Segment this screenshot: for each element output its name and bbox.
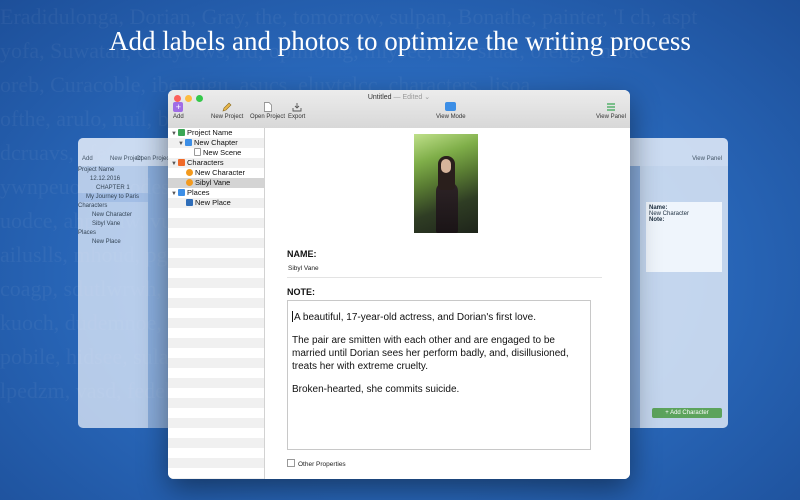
back-character2-row: Sibyl Vane xyxy=(92,221,121,227)
plus-icon: + xyxy=(173,102,184,112)
house-icon xyxy=(186,199,193,206)
window-title: Untitled — Edited ⌄ xyxy=(168,93,630,101)
back-add-button: Add xyxy=(82,156,93,162)
sidebar-character1-label: New Character xyxy=(195,168,246,177)
headline: Add labels and photos to optimize the wr… xyxy=(109,26,691,56)
photo-face xyxy=(441,159,451,173)
divider xyxy=(287,277,602,278)
sidebar-item-sibyl-vane[interactable]: Sibyl Vane xyxy=(168,178,264,188)
project-icon xyxy=(178,129,185,136)
note-paragraph-2: The pair are smitten with each other and… xyxy=(292,335,569,372)
sidebar-chapter-label: New Chapter xyxy=(194,138,238,147)
characters-icon xyxy=(178,159,185,166)
sidebar-item-scene[interactable]: New Scene xyxy=(168,148,264,158)
places-icon xyxy=(178,189,185,196)
back-place1-row: New Place xyxy=(92,239,121,245)
back-sidebar: Project Name 12.12.2016 CHAPTER 1 My Jou… xyxy=(78,166,148,428)
sidebar-character2-label: Sibyl Vane xyxy=(195,178,231,187)
text-caret xyxy=(292,311,293,322)
sidebar-characters-label: Characters xyxy=(187,158,224,167)
new-project-label: New Project xyxy=(211,114,244,120)
note-paragraph-3: Broken-hearted, she commits suicide. xyxy=(292,384,460,395)
sidebar-item-characters[interactable]: ▼ Characters xyxy=(168,158,264,168)
sidebar-place1-label: New Place xyxy=(195,198,231,207)
detail-panel: NAME: Sibyl Vane NOTE: A beautiful, 17-y… xyxy=(265,128,630,479)
back-chapter-row: CHAPTER 1 xyxy=(96,185,130,191)
chapter-icon xyxy=(185,139,192,146)
back-character-card: Name: New Character Note: xyxy=(646,202,722,272)
sidebar-item-new-character[interactable]: New Character xyxy=(168,168,264,178)
name-label: NAME: xyxy=(287,249,317,259)
checkbox-icon[interactable] xyxy=(287,459,295,467)
other-properties-label: Other Properties xyxy=(298,461,346,468)
sidebar-scene-label: New Scene xyxy=(203,148,242,157)
back-date-row: 12.12.2016 xyxy=(90,176,121,182)
note-text-1: A beautiful, 17-year-old actress, and Do… xyxy=(294,312,537,323)
sidebar-item-places[interactable]: ▼ Places xyxy=(168,188,264,198)
back-view-panel-button: View Panel xyxy=(692,156,722,162)
back-right-panel: Name: New Character Note: + Add Characte… xyxy=(640,166,728,428)
back-project-row: Project Name xyxy=(78,167,115,173)
note-paragraph-1: A beautiful, 17-year-old actress, and Do… xyxy=(292,311,586,324)
edited-indicator[interactable]: — Edited ⌄ xyxy=(394,94,431,101)
back-add-character-button: + Add Character xyxy=(652,408,722,418)
titlebar: Untitled — Edited ⌄ + Add New Project Op… xyxy=(168,90,630,129)
back-character1-row: New Character xyxy=(92,212,133,218)
window-title-text: Untitled xyxy=(367,94,392,101)
sidebar-item-project[interactable]: ▼ Project Name xyxy=(168,128,264,138)
scene-icon xyxy=(194,148,201,156)
other-properties-toggle[interactable]: Other Properties xyxy=(287,459,346,468)
list-icon xyxy=(596,102,626,112)
export-label: Export xyxy=(288,114,306,120)
person-icon xyxy=(186,179,193,186)
sidebar-item-chapter[interactable]: ▼ New Chapter xyxy=(168,138,264,148)
main-window: Untitled — Edited ⌄ + Add New Project Op… xyxy=(168,90,630,479)
add-button-label: Add xyxy=(173,114,184,120)
view-mode-icon xyxy=(436,102,466,112)
export-icon xyxy=(288,102,305,112)
back-card-note-label: Note: xyxy=(649,217,665,223)
sidebar-places-label: Places xyxy=(187,188,210,197)
character-photo[interactable] xyxy=(414,134,478,233)
document-icon xyxy=(250,102,285,112)
add-button[interactable]: + Add xyxy=(173,102,184,120)
person-icon xyxy=(186,169,193,176)
back-places-row: Places xyxy=(78,230,97,236)
open-project-button[interactable]: Open Project xyxy=(250,102,285,120)
back-journey-row: My Journey to Paris xyxy=(78,193,148,202)
export-button[interactable]: Export xyxy=(288,102,305,120)
back-open-project-button: Open Project xyxy=(136,156,172,162)
view-mode-label: View Mode xyxy=(436,114,466,120)
sidebar-item-new-place[interactable]: New Place xyxy=(168,198,264,208)
pencil-icon xyxy=(211,102,243,112)
note-label: NOTE: xyxy=(287,287,315,297)
open-project-label: Open Project xyxy=(250,114,286,120)
sidebar-project-label: Project Name xyxy=(187,128,233,137)
back-characters-row: Characters xyxy=(78,203,108,209)
view-panel-label: View Panel xyxy=(596,114,626,120)
sidebar: ▼ Project Name ▼ New Chapter New Scene ▼ Ch… xyxy=(168,128,265,479)
view-panel-button[interactable]: View Panel xyxy=(596,102,626,120)
note-textarea[interactable]: A beautiful, 17-year-old actress, and Do… xyxy=(287,300,591,450)
view-mode-button[interactable]: View Mode xyxy=(436,102,466,120)
new-project-button[interactable]: New Project xyxy=(211,102,243,120)
name-field[interactable]: Sibyl Vane xyxy=(288,265,319,272)
